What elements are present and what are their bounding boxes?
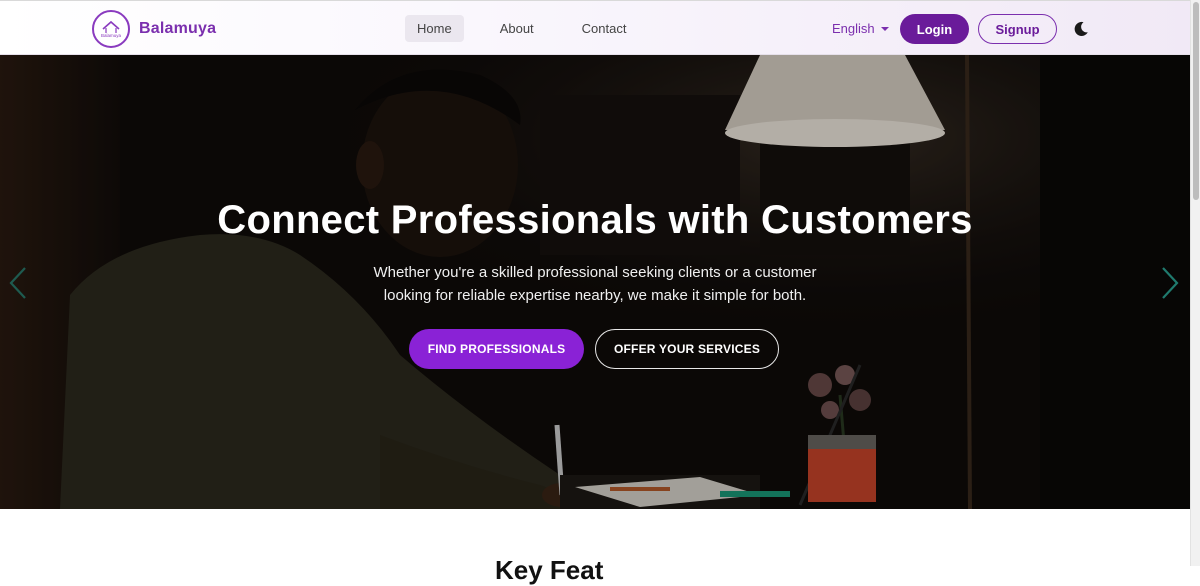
- offer-services-button[interactable]: OFFER YOUR SERVICES: [595, 329, 779, 369]
- hero-carousel: Connect Professionals with Customers Whe…: [0, 55, 1190, 509]
- login-button[interactable]: Login: [900, 14, 969, 44]
- house-logo-icon: Balamuya: [101, 20, 122, 38]
- nav-link-contact[interactable]: Contact: [570, 15, 639, 42]
- hero-subtitle-line-2: looking for reliable expertise nearby, w…: [383, 287, 807, 304]
- navbar: Balamuya Balamuya Home About Contact Eng…: [0, 0, 1190, 55]
- page-scrollbar[interactable]: [1190, 0, 1200, 566]
- caret-down-icon: [880, 26, 889, 31]
- language-label: English: [832, 21, 875, 36]
- moon-icon[interactable]: [1072, 20, 1090, 38]
- nav-links: Home About Contact: [405, 15, 662, 42]
- chevron-right-icon[interactable]: [1158, 265, 1182, 301]
- signup-button[interactable]: Signup: [978, 14, 1057, 44]
- scrollbar-thumb[interactable]: [1193, 2, 1199, 200]
- brand-logo: Balamuya: [92, 10, 130, 48]
- brand-name: Balamuya: [139, 20, 217, 37]
- nav-link-home[interactable]: Home: [405, 15, 464, 42]
- hero-subtitle-line-1: Whether you're a skilled professional se…: [373, 264, 817, 281]
- chevron-left-icon[interactable]: [6, 265, 30, 301]
- section-title: Key Feat: [495, 555, 604, 585]
- nav-link-about[interactable]: About: [488, 15, 546, 42]
- svg-text:Balamuya: Balamuya: [101, 33, 122, 38]
- find-professionals-button[interactable]: FIND PROFESSIONALS: [409, 329, 584, 369]
- hero-subtitle: Whether you're a skilled professional se…: [345, 261, 845, 307]
- brand[interactable]: Balamuya Balamuya: [92, 10, 216, 48]
- language-selector[interactable]: English: [832, 21, 889, 36]
- hero-title: Connect Professionals with Customers: [217, 198, 973, 242]
